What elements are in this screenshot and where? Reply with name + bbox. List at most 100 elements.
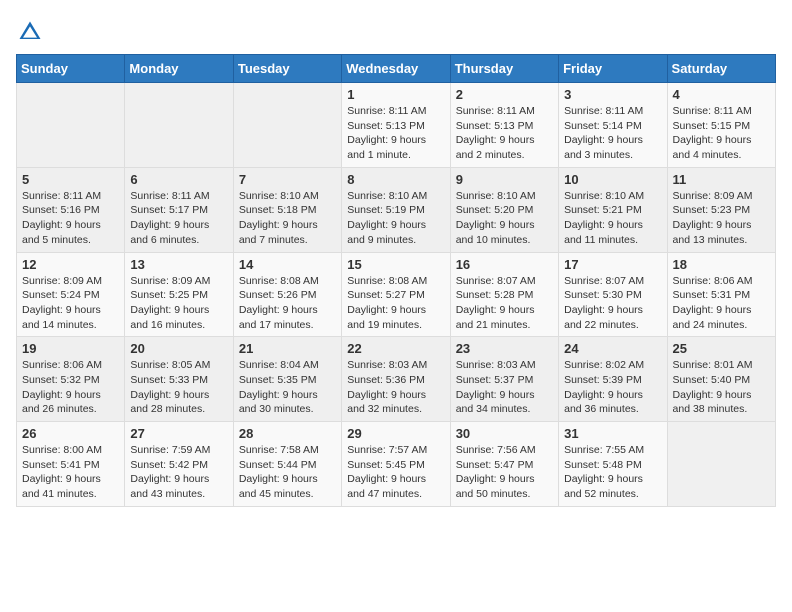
calendar-cell: 30Sunrise: 7:56 AM Sunset: 5:47 PM Dayli… <box>450 422 558 507</box>
day-number: 23 <box>456 341 553 356</box>
day-number: 29 <box>347 426 444 441</box>
day-number: 31 <box>564 426 661 441</box>
calendar-cell: 20Sunrise: 8:05 AM Sunset: 5:33 PM Dayli… <box>125 337 233 422</box>
day-of-week-header: Monday <box>125 55 233 83</box>
calendar-cell: 25Sunrise: 8:01 AM Sunset: 5:40 PM Dayli… <box>667 337 775 422</box>
day-info: Sunrise: 7:57 AM Sunset: 5:45 PM Dayligh… <box>347 443 444 502</box>
day-info: Sunrise: 8:11 AM Sunset: 5:17 PM Dayligh… <box>130 189 227 248</box>
calendar-week-row: 5 Sunrise: 8:11 AM Sunset: 5:16 PM Daylig… <box>17 167 776 252</box>
day-info: Sunrise: 8:11 AM Sunset: 5:15 PM Dayligh… <box>673 104 770 163</box>
day-of-week-header: Saturday <box>667 55 775 83</box>
day-info: Sunrise: 8:06 AM Sunset: 5:31 PM Dayligh… <box>673 274 770 333</box>
day-info: Sunrise: 8:07 AM Sunset: 5:28 PM Dayligh… <box>456 274 553 333</box>
day-info: Sunrise: 8:04 AM Sunset: 5:35 PM Dayligh… <box>239 358 336 417</box>
day-info: Sunrise: 8:11 AM Sunset: 5:13 PM Dayligh… <box>456 104 553 163</box>
logo-icon <box>16 18 44 46</box>
calendar-cell: 12Sunrise: 8:09 AM Sunset: 5:24 PM Dayli… <box>17 252 125 337</box>
calendar-cell: 22Sunrise: 8:03 AM Sunset: 5:36 PM Dayli… <box>342 337 450 422</box>
day-info: Sunrise: 8:03 AM Sunset: 5:36 PM Dayligh… <box>347 358 444 417</box>
calendar-cell: 13 Sunrise: 8:09 AM Sunset: 5:25 PM Dayli… <box>125 252 233 337</box>
calendar-cell <box>17 83 125 168</box>
day-number: 13 <box>130 257 227 272</box>
day-info: Sunrise: 8:10 AM Sunset: 5:20 PM Dayligh… <box>456 189 553 248</box>
day-number: 5 <box>22 172 119 187</box>
calendar-cell <box>233 83 341 168</box>
day-number: 6 <box>130 172 227 187</box>
day-info: Sunrise: 8:10 AM Sunset: 5:19 PM Dayligh… <box>347 189 444 248</box>
day-of-week-header: Sunday <box>17 55 125 83</box>
calendar-cell: 26Sunrise: 8:00 AM Sunset: 5:41 PM Dayli… <box>17 422 125 507</box>
day-number: 1 <box>347 87 444 102</box>
calendar-cell <box>125 83 233 168</box>
day-number: 25 <box>673 341 770 356</box>
calendar-week-row: 19Sunrise: 8:06 AM Sunset: 5:32 PM Dayli… <box>17 337 776 422</box>
day-number: 4 <box>673 87 770 102</box>
calendar-cell: 15Sunrise: 8:08 AM Sunset: 5:27 PM Dayli… <box>342 252 450 337</box>
day-info: Sunrise: 8:09 AM Sunset: 5:23 PM Dayligh… <box>673 189 770 248</box>
day-info: Sunrise: 8:00 AM Sunset: 5:41 PM Dayligh… <box>22 443 119 502</box>
calendar-table: SundayMondayTuesdayWednesdayThursdayFrid… <box>16 54 776 507</box>
calendar-cell: 3 Sunrise: 8:11 AM Sunset: 5:14 PM Daylig… <box>559 83 667 168</box>
calendar-cell: 2 Sunrise: 8:11 AM Sunset: 5:13 PM Daylig… <box>450 83 558 168</box>
day-number: 15 <box>347 257 444 272</box>
day-info: Sunrise: 8:06 AM Sunset: 5:32 PM Dayligh… <box>22 358 119 417</box>
calendar-cell <box>667 422 775 507</box>
day-of-week-header: Tuesday <box>233 55 341 83</box>
main-container: SundayMondayTuesdayWednesdayThursdayFrid… <box>0 0 792 523</box>
day-info: Sunrise: 8:10 AM Sunset: 5:18 PM Dayligh… <box>239 189 336 248</box>
day-number: 8 <box>347 172 444 187</box>
day-info: Sunrise: 8:11 AM Sunset: 5:16 PM Dayligh… <box>22 189 119 248</box>
calendar-cell: 16Sunrise: 8:07 AM Sunset: 5:28 PM Dayli… <box>450 252 558 337</box>
header <box>16 10 776 46</box>
calendar-cell: 9Sunrise: 8:10 AM Sunset: 5:20 PM Daylig… <box>450 167 558 252</box>
calendar-header: SundayMondayTuesdayWednesdayThursdayFrid… <box>17 55 776 83</box>
calendar-body: 1 Sunrise: 8:11 AM Sunset: 5:13 PM Daylig… <box>17 83 776 507</box>
day-number: 10 <box>564 172 661 187</box>
day-info: Sunrise: 8:08 AM Sunset: 5:26 PM Dayligh… <box>239 274 336 333</box>
day-info: Sunrise: 8:09 AM Sunset: 5:24 PM Dayligh… <box>22 274 119 333</box>
calendar-cell: 29 Sunrise: 7:57 AM Sunset: 5:45 PM Dayli… <box>342 422 450 507</box>
day-number: 17 <box>564 257 661 272</box>
day-info: Sunrise: 8:09 AM Sunset: 5:25 PM Dayligh… <box>130 274 227 333</box>
day-of-week-header: Wednesday <box>342 55 450 83</box>
calendar-cell: 8 Sunrise: 8:10 AM Sunset: 5:19 PM Daylig… <box>342 167 450 252</box>
calendar-cell: 7Sunrise: 8:10 AM Sunset: 5:18 PM Daylig… <box>233 167 341 252</box>
calendar-cell: 17Sunrise: 8:07 AM Sunset: 5:30 PM Dayli… <box>559 252 667 337</box>
day-number: 2 <box>456 87 553 102</box>
day-info: Sunrise: 8:10 AM Sunset: 5:21 PM Dayligh… <box>564 189 661 248</box>
calendar-cell: 5 Sunrise: 8:11 AM Sunset: 5:16 PM Daylig… <box>17 167 125 252</box>
day-info: Sunrise: 8:02 AM Sunset: 5:39 PM Dayligh… <box>564 358 661 417</box>
calendar-cell: 21 Sunrise: 8:04 AM Sunset: 5:35 PM Dayli… <box>233 337 341 422</box>
calendar-week-row: 26Sunrise: 8:00 AM Sunset: 5:41 PM Dayli… <box>17 422 776 507</box>
days-of-week-row: SundayMondayTuesdayWednesdayThursdayFrid… <box>17 55 776 83</box>
logo <box>16 18 48 46</box>
calendar-cell: 27 Sunrise: 7:59 AM Sunset: 5:42 PM Dayli… <box>125 422 233 507</box>
day-number: 11 <box>673 172 770 187</box>
calendar-cell: 1 Sunrise: 8:11 AM Sunset: 5:13 PM Daylig… <box>342 83 450 168</box>
day-number: 21 <box>239 341 336 356</box>
day-number: 14 <box>239 257 336 272</box>
calendar-cell: 31Sunrise: 7:55 AM Sunset: 5:48 PM Dayli… <box>559 422 667 507</box>
calendar-cell: 11 Sunrise: 8:09 AM Sunset: 5:23 PM Dayli… <box>667 167 775 252</box>
day-number: 3 <box>564 87 661 102</box>
day-info: Sunrise: 7:58 AM Sunset: 5:44 PM Dayligh… <box>239 443 336 502</box>
day-number: 20 <box>130 341 227 356</box>
calendar-cell: 10 Sunrise: 8:10 AM Sunset: 5:21 PM Dayli… <box>559 167 667 252</box>
day-number: 28 <box>239 426 336 441</box>
day-info: Sunrise: 8:11 AM Sunset: 5:13 PM Dayligh… <box>347 104 444 163</box>
calendar-cell: 19Sunrise: 8:06 AM Sunset: 5:32 PM Dayli… <box>17 337 125 422</box>
calendar-week-row: 12Sunrise: 8:09 AM Sunset: 5:24 PM Dayli… <box>17 252 776 337</box>
day-info: Sunrise: 7:59 AM Sunset: 5:42 PM Dayligh… <box>130 443 227 502</box>
calendar-cell: 23 Sunrise: 8:03 AM Sunset: 5:37 PM Dayli… <box>450 337 558 422</box>
day-number: 30 <box>456 426 553 441</box>
calendar-cell: 28 Sunrise: 7:58 AM Sunset: 5:44 PM Dayli… <box>233 422 341 507</box>
calendar-cell: 14 Sunrise: 8:08 AM Sunset: 5:26 PM Dayli… <box>233 252 341 337</box>
calendar-cell: 6 Sunrise: 8:11 AM Sunset: 5:17 PM Daylig… <box>125 167 233 252</box>
day-number: 27 <box>130 426 227 441</box>
calendar-cell: 18 Sunrise: 8:06 AM Sunset: 5:31 PM Dayli… <box>667 252 775 337</box>
calendar-cell: 24Sunrise: 8:02 AM Sunset: 5:39 PM Dayli… <box>559 337 667 422</box>
day-info: Sunrise: 8:11 AM Sunset: 5:14 PM Dayligh… <box>564 104 661 163</box>
day-info: Sunrise: 8:03 AM Sunset: 5:37 PM Dayligh… <box>456 358 553 417</box>
calendar-cell: 4 Sunrise: 8:11 AM Sunset: 5:15 PM Daylig… <box>667 83 775 168</box>
day-number: 18 <box>673 257 770 272</box>
